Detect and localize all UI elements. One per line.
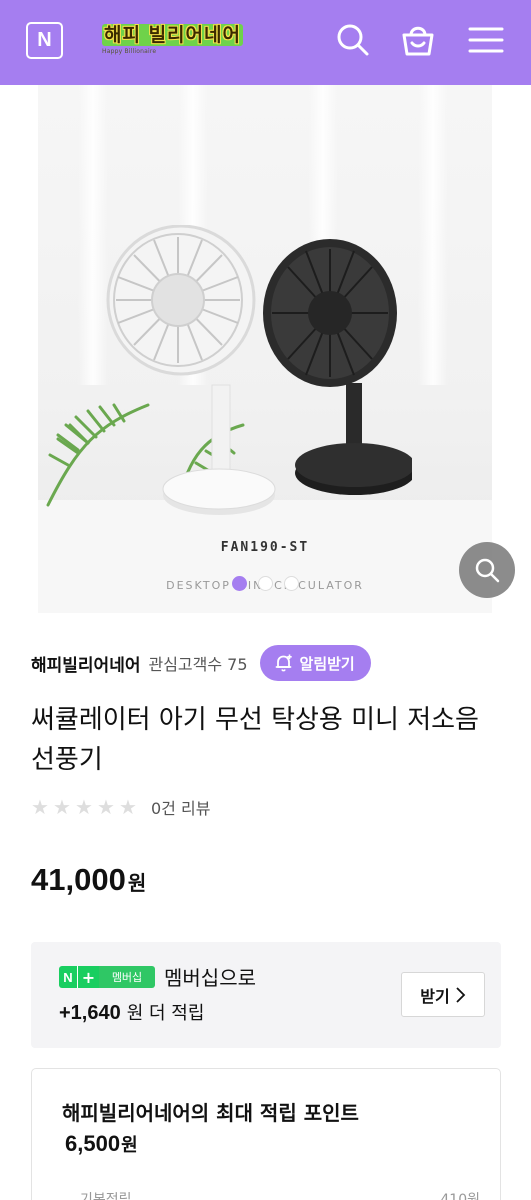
points-breakdown-value: 410원 <box>440 1192 480 1200</box>
membership-benefit-box: N + 멤버십 멤버십으로 +1,640 원 더 적립 받기 <box>31 942 501 1048</box>
pagination-dot-active[interactable] <box>231 576 247 591</box>
alarm-button[interactable]: 알림받기 <box>259 645 371 681</box>
image-pagination <box>38 576 492 591</box>
product-title: 써큘레이터 아기 무선 탁상용 미니 저소음 선풍기 <box>31 705 479 775</box>
product-price: 41,000 원 <box>31 862 146 898</box>
receive-button[interactable]: 받기 <box>401 972 485 1017</box>
max-points-box: 해피빌리어네어의 최대 적립 포인트 6,500 원 기본적립 410원 <box>31 1068 501 1200</box>
curtain-decoration <box>418 85 448 385</box>
zoom-button[interactable] <box>459 542 515 598</box>
chevron-right-icon <box>456 986 465 1003</box>
star-icon: ★ <box>53 795 71 819</box>
store-logo-text: 해피 빌리어네어 <box>102 20 252 47</box>
alarm-button-label: 알림받기 <box>299 654 355 673</box>
price-value: 41,000 <box>31 862 126 897</box>
product-image[interactable]: FAN190-ST DESKTOP MINI CIRCULATOR <box>38 85 492 613</box>
store-logo-main: 해피 빌리어네어 <box>102 24 243 46</box>
membership-label: 멤버십으로 <box>164 966 256 990</box>
naver-n-logo[interactable]: N <box>26 22 63 59</box>
badge-n: N <box>59 966 77 988</box>
store-name[interactable]: 해피빌리어네어 <box>31 651 140 676</box>
badge-text: 멤버십 <box>99 966 155 988</box>
badge-plus: + <box>77 966 99 988</box>
naver-plus-membership-badge: N + 멤버십 <box>59 966 155 988</box>
search-icon[interactable] <box>333 20 373 60</box>
max-points-number: 6,500 <box>65 1131 121 1156</box>
star-icon: ★ <box>97 795 115 819</box>
menu-icon[interactable] <box>466 20 506 60</box>
search-icon <box>475 558 500 583</box>
membership-points: +1,640 원 더 적립 <box>59 999 204 1025</box>
membership-points-value: +1,640 <box>59 1002 121 1024</box>
store-info-row: 해피빌리어네어 관심고객수 75 알림받기 <box>31 645 511 681</box>
max-points-unit: 원 <box>121 1135 138 1156</box>
bell-plus-icon <box>275 654 292 672</box>
star-icon: ★ <box>31 795 49 819</box>
shopping-bag-icon[interactable] <box>398 20 438 60</box>
store-logo[interactable]: 해피 빌리어네어 Happy Billionaire <box>102 20 252 60</box>
pagination-dot[interactable] <box>257 576 273 591</box>
points-breakdown-label: 기본적립 <box>80 1192 132 1200</box>
store-logo-subtext: Happy Billionaire <box>102 48 157 55</box>
product-model-text: FAN190-ST <box>220 540 310 555</box>
white-fan-illustration <box>106 225 276 515</box>
pagination-dot[interactable] <box>283 576 299 591</box>
membership-points-suffix: 원 더 적립 <box>126 1003 205 1024</box>
black-fan-illustration <box>263 239 412 495</box>
star-icon: ★ <box>75 795 93 819</box>
star-icon: ★ <box>119 795 137 819</box>
review-count[interactable]: 0건 리뷰 <box>151 795 210 819</box>
price-unit: 원 <box>127 871 147 895</box>
max-points-value: 6,500 원 <box>65 1131 138 1157</box>
top-header: N 해피 빌리어네어 Happy Billionaire <box>0 0 531 85</box>
max-points-title: 해피빌리어네어의 최대 적립 포인트 <box>62 1101 359 1125</box>
receive-button-label: 받기 <box>420 986 450 1006</box>
rating-row[interactable]: ★ ★ ★ ★ ★ 0건 리뷰 <box>31 795 210 819</box>
points-breakdown-row: 기본적립 410원 <box>80 1189 480 1200</box>
fan-count: 관심고객수 75 <box>148 655 248 674</box>
